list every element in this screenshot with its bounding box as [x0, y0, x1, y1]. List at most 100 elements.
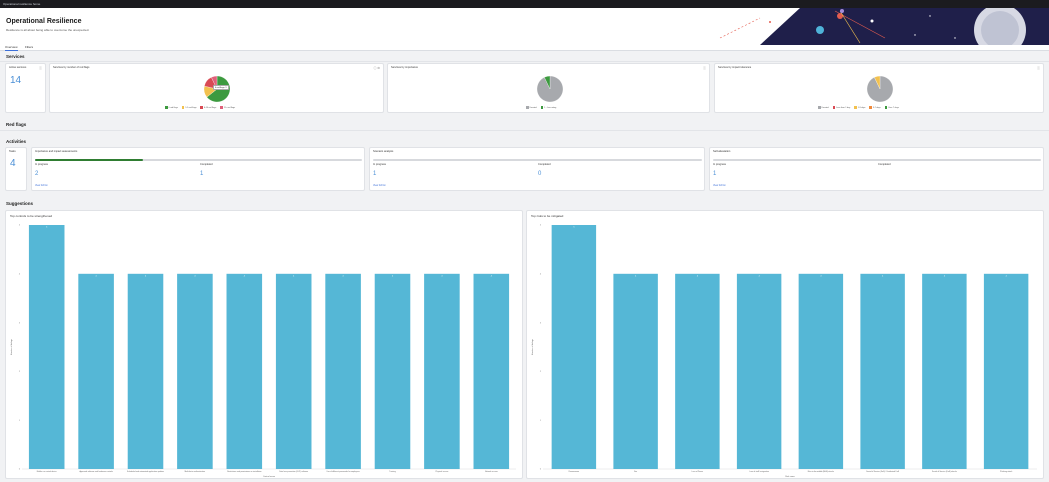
controls-bar-chart: Top controls to be strengthened Number of…: [10, 214, 516, 478]
legend-item[interactable]: 11+ red flags: [220, 106, 235, 109]
legend-item[interactable]: Unrated: [526, 106, 537, 109]
bar[interactable]: [860, 273, 905, 469]
x-tick-label: Physical access: [436, 471, 449, 473]
x-tick-label: Data loss prevention (DLP) software: [279, 470, 308, 473]
legend-item[interactable]: Less than 1 day: [832, 106, 851, 109]
bar[interactable]: [78, 273, 114, 469]
completed-label: Completed: [538, 163, 551, 166]
info-icon[interactable]: ⓘ: [39, 66, 42, 70]
y-tick-label: 4: [540, 274, 542, 276]
legend-label: 1 - Low rating: [544, 106, 557, 109]
x-tick-label: Man-in-the-middle (MitM) attacks: [808, 470, 834, 473]
bar[interactable]: [424, 273, 460, 469]
bar[interactable]: [551, 225, 597, 469]
completed-count[interactable]: 0: [538, 171, 541, 177]
bar[interactable]: [275, 273, 312, 469]
y-tick-label: 2: [19, 371, 21, 373]
x-tick-label: Use of different passwords for employees: [327, 470, 360, 473]
importance-pie-chart: [536, 75, 564, 103]
legend-swatch: [181, 106, 185, 109]
legend-item[interactable]: 3-7 days: [869, 106, 881, 109]
legend-label: 1-3 days: [857, 106, 866, 109]
view-full-list-link[interactable]: View full list: [35, 184, 47, 187]
y-tick-label: 1: [19, 420, 21, 422]
completed-count[interactable]: 1: [200, 171, 203, 177]
x-tick-label: Ransomware: [569, 471, 580, 473]
legend-swatch: [818, 106, 821, 109]
legend-item[interactable]: 1 - Low rating: [540, 106, 557, 109]
y-tick-label: 3: [19, 322, 21, 324]
card-actions: ⓘ ⚙: [373, 66, 380, 70]
settings-icon[interactable]: ⚙: [377, 66, 380, 70]
legend-swatch: [832, 106, 836, 109]
chart-title: Top controls to be strengthened: [10, 214, 52, 218]
y-tick-label: 5: [19, 225, 21, 227]
legend-item[interactable]: 1-5 red flags: [181, 106, 196, 109]
tab-filters[interactable]: Filters: [25, 45, 33, 50]
view-full-list-link[interactable]: View full list: [373, 184, 385, 187]
section-title-suggestions: Suggestions: [6, 201, 34, 206]
legend-item[interactable]: 0 red flags: [165, 106, 178, 109]
in-progress-label: In progress: [713, 163, 726, 166]
legend-item[interactable]: Over 7 days: [884, 106, 899, 109]
x-tick-label: Denial of Service (DoS) / Distributed Do…: [866, 470, 900, 473]
red-flags-chart-card: Services by number of red flags ⓘ ⚙ 0 re…: [49, 63, 384, 113]
in-progress-count[interactable]: 1: [373, 171, 376, 177]
legend-swatch: [854, 106, 857, 109]
y-axis-label: Number of failings: [11, 339, 13, 355]
bar[interactable]: [613, 273, 658, 469]
x-tick-label: Fire: [634, 471, 637, 473]
tasks-card: Tasks 4: [5, 147, 27, 191]
card-title: Self-attestation: [713, 150, 731, 153]
y-axis-label: Number of failings: [532, 339, 534, 355]
bar[interactable]: [177, 273, 213, 469]
tab-bar: Overview Filters: [0, 45, 1049, 51]
bar[interactable]: [675, 273, 720, 469]
window-title: Operational resilience home: [3, 2, 41, 6]
x-tick-label: Loss of staff/ resignation: [749, 470, 768, 473]
legend-item[interactable]: Unrated: [818, 106, 829, 109]
activity-card-assessments: Importance and impact assessments In pro…: [31, 147, 365, 191]
bar[interactable]: [28, 225, 65, 469]
bar[interactable]: [922, 273, 967, 469]
activity-card-scenario: Scenario analysis In progress Completed …: [369, 147, 705, 191]
legend-label: Less than 1 day: [836, 106, 851, 109]
info-icon[interactable]: ⓘ: [373, 66, 376, 70]
chart-legend: Unrated Less than 1 day 1-3 days 3-7 days Ov…: [818, 106, 899, 109]
completed-label: Completed: [878, 163, 891, 166]
section-title-red-flags: Red flags: [6, 122, 27, 127]
bar[interactable]: [226, 273, 263, 469]
bar[interactable]: [127, 273, 164, 469]
active-services-card: Active services ⓘ 14: [5, 63, 46, 113]
bar[interactable]: [983, 273, 1029, 469]
bar[interactable]: [325, 273, 361, 469]
x-tick-label: Denial of Service (DoS) attacks: [932, 470, 957, 473]
section-divider: [0, 130, 1049, 131]
active-services-count: 14: [10, 75, 22, 86]
bar[interactable]: [374, 273, 411, 469]
info-icon[interactable]: ⓘ: [1037, 66, 1040, 70]
legend-item[interactable]: 6-10 red flags: [200, 106, 216, 109]
in-progress-count[interactable]: 1: [713, 171, 716, 177]
view-full-list-link[interactable]: View full list: [713, 184, 725, 187]
legend-swatch: [200, 106, 203, 109]
x-tick-label: Training: [389, 471, 395, 473]
bar[interactable]: [473, 273, 510, 469]
bar[interactable]: [736, 273, 782, 469]
y-tick-label: 3: [540, 322, 542, 324]
risks-chart-card: Top risks to be mitigated Number of faili…: [526, 210, 1044, 479]
y-tick-label: 0: [19, 469, 21, 471]
y-tick-label: 5: [540, 225, 542, 227]
progress-bar: [373, 159, 702, 161]
legend-label: 0 red flags: [168, 106, 178, 109]
in-progress-count[interactable]: 2: [35, 171, 38, 177]
card-title: Active services: [9, 66, 27, 69]
info-icon[interactable]: ⓘ: [703, 66, 706, 70]
tasks-count: 4: [10, 158, 16, 169]
bar[interactable]: [798, 273, 844, 469]
y-tick-label: 1: [540, 420, 542, 422]
legend-item[interactable]: 1-3 days: [854, 106, 865, 109]
tolerance-chart-card: Services by impact tolerance ⓘ Unrated Le…: [714, 63, 1044, 113]
card-title: Scenario analysis: [373, 150, 394, 153]
tab-overview[interactable]: Overview: [5, 45, 18, 51]
